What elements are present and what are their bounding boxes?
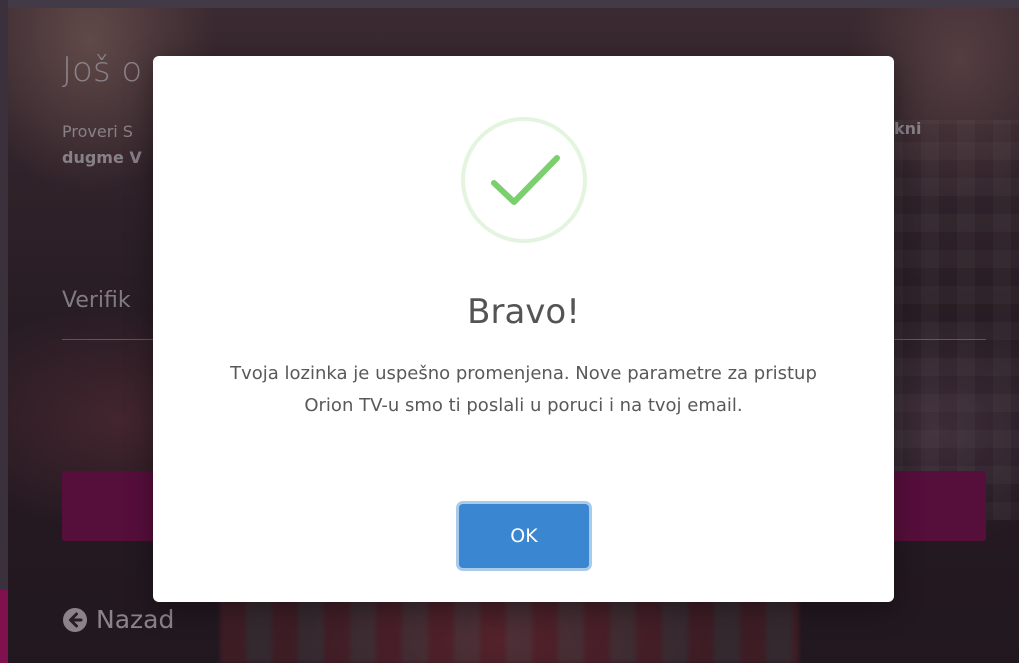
dialog-message: Tvoja lozinka je uspešno promenjena. Nov… bbox=[230, 363, 817, 416]
checkmark-circle-icon bbox=[461, 117, 587, 243]
ok-button[interactable]: OK bbox=[459, 504, 589, 568]
success-dialog: Bravo! Tvoja lozinka je uspešno promenje… bbox=[153, 56, 894, 602]
dialog-title: Bravo! bbox=[467, 292, 580, 332]
